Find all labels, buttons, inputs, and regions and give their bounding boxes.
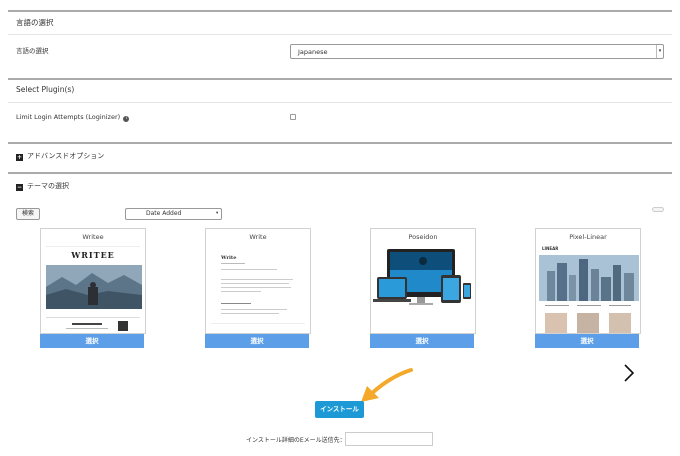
search-button[interactable]: 検索: [16, 208, 40, 220]
theme-section-title: テーマの選択: [27, 182, 69, 190]
section-divider: [8, 172, 672, 174]
theme-preview: [373, 249, 471, 305]
pointer-arrow-icon: [361, 368, 413, 402]
select-theme-button[interactable]: 選択: [205, 334, 309, 348]
select-theme-button[interactable]: 選択: [535, 334, 639, 348]
theme-name: Poseidon: [408, 233, 438, 241]
theme-preview: WRITEE: [46, 243, 142, 333]
view-toggle[interactable]: [652, 207, 664, 212]
select-theme-button[interactable]: 選択: [40, 334, 144, 348]
language-label: 言語の選択: [16, 47, 49, 55]
language-select[interactable]: Japanese ▾: [290, 44, 664, 59]
select-theme-button[interactable]: 選択: [370, 334, 474, 348]
install-button[interactable]: インストール: [315, 401, 364, 418]
language-select-value: Japanese: [298, 48, 328, 56]
sort-select-value: Date Added: [146, 210, 182, 217]
theme-preview: LINEAR: [539, 243, 639, 333]
chevron-down-icon: ▾: [216, 211, 219, 216]
section-divider: [8, 10, 672, 12]
theme-preview: Write: [211, 243, 305, 333]
plugins-section-title: Select Plugin(s): [16, 85, 75, 94]
theme-section-toggle[interactable]: − テーマの選択: [16, 181, 69, 191]
advanced-options-toggle[interactable]: + アドバンスドオプション: [16, 151, 104, 161]
preview-heading: WRITEE: [71, 250, 115, 260]
theme-card-write[interactable]: Write Write: [205, 228, 311, 334]
plugin-name: Limit Login Attempts (Loginizer): [16, 113, 121, 121]
preview-hero-image: [46, 265, 142, 309]
plugin-checkbox[interactable]: [290, 114, 296, 120]
email-label: インストール詳細のEメール送信先：:: [246, 437, 348, 444]
theme-card-poseidon[interactable]: Poseidon: [370, 228, 476, 334]
minus-icon: −: [16, 184, 23, 191]
sort-select[interactable]: Date Added ▾: [125, 208, 222, 220]
advanced-options-label: アドバンスドオプション: [27, 152, 105, 160]
section-separator: [8, 34, 672, 35]
preview-heading: LINEAR: [542, 246, 559, 251]
theme-card-pixel-linear[interactable]: Pixel-Linear LINEAR: [535, 228, 641, 334]
preview-heading: Write: [221, 255, 237, 261]
theme-name: Pixel-Linear: [569, 233, 607, 241]
chevron-right-icon[interactable]: [620, 364, 638, 382]
language-section-title: 言語の選択: [16, 18, 54, 27]
section-divider: [8, 78, 672, 80]
email-input[interactable]: [345, 432, 433, 446]
theme-card-writee[interactable]: Writee WRITEE: [40, 228, 146, 334]
plus-icon: +: [16, 154, 23, 161]
chevron-down-icon: ▾: [656, 45, 663, 58]
info-icon[interactable]: i: [123, 116, 130, 122]
plugin-label: Limit Login Attempts (Loginizer) i: [16, 113, 130, 122]
section-divider: [8, 142, 672, 144]
theme-name: Writee: [82, 233, 104, 241]
theme-name: Write: [249, 233, 267, 241]
preview-hero-image: [539, 255, 639, 301]
section-separator: [8, 102, 672, 103]
